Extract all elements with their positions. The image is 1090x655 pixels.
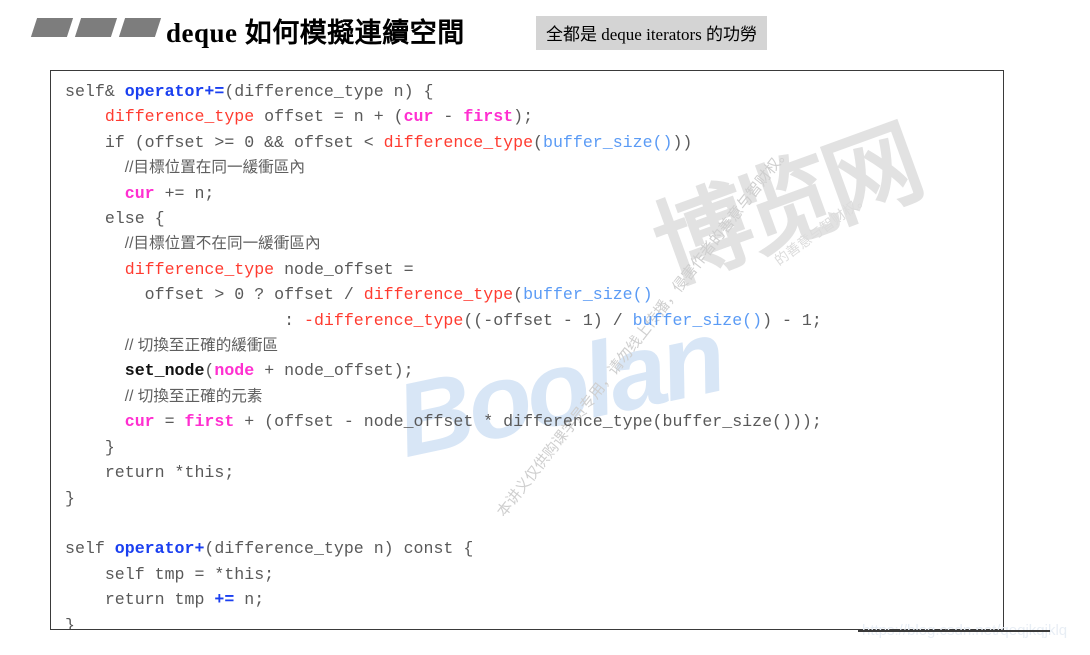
code-token: } [65,488,75,508]
code-token: ( [513,285,524,305]
code-token: ) - 1; [762,310,822,330]
code-token: first [463,107,514,127]
code-token: ((-offset - 1) / [463,310,633,330]
code-token: //目標位置不在同一緩衝區內 [124,235,321,253]
bullet-marks-decoration [30,18,162,37]
code-token: cur [124,183,155,203]
code-token: //目標位置在同一緩衝區內 [124,159,305,177]
code-token: self& [65,82,125,101]
code-token: difference_type [383,132,534,152]
code-panel: self& operator+=(difference_type n) { di… [50,70,1004,630]
code-token: // 切換至正確的元素 [124,387,263,405]
code-token: } [65,437,115,457]
code-token: = [154,412,185,432]
code-token: first [184,412,235,432]
code-token: difference_type [124,259,275,279]
code-token: )) [672,132,693,152]
bullet-mark-icon [118,18,162,37]
code-token: ); [513,107,534,127]
code-token: // 切換至正確的緩衝區 [124,337,279,355]
code-token: difference_type [104,107,255,127]
code-token: operator+ [114,539,205,559]
code-token: ( [533,132,543,152]
slide-header: deque 如何模擬連續空間 全都是 deque iterators 的功勞 [0,0,1090,56]
code-token: operator+= [124,82,225,101]
code-token: buffer_size() [523,285,653,305]
code-token: node [214,361,255,381]
code-token: self tmp = *this; [65,564,275,584]
code-listing: self& operator+=(difference_type n) { di… [65,79,822,630]
bullet-mark-icon [74,18,118,37]
subtitle-badge: 全都是 deque iterators 的功勞 [536,16,768,50]
code-token: set_node [124,361,205,381]
code-token: node_offset = [274,259,414,279]
page-title: deque 如何模擬連續空間 [166,18,465,48]
code-token: cur [403,107,434,127]
code-token: - [433,107,464,127]
code-token: offset > 0 ? offset / [65,285,364,305]
code-token: + (offset - node_offset * difference_typ… [234,412,822,432]
code-token: return *this; [65,463,235,483]
code-token: (difference_type n) { [224,82,434,101]
code-token: += [214,590,235,610]
code-token: difference_type [363,285,514,305]
code-token: += n; [154,183,215,203]
code-token: buffer_size() [543,132,673,152]
code-token: -difference_type [304,310,464,330]
code-token: cur [124,412,155,432]
code-token: else { [65,209,165,229]
code-token: ( [204,361,215,381]
code-token: if (offset >= 0 && offset < [65,132,384,152]
code-token: + node_offset); [254,361,414,381]
code-token: (difference_type n) const { [204,539,474,559]
code-token: } [65,615,75,630]
code-token: n; [234,590,265,610]
code-token: : [65,310,304,330]
code-token: self [65,539,115,559]
code-token: return tmp [65,590,215,610]
code-token: offset = n + ( [254,107,404,127]
footer-rule [858,630,1050,632]
bullet-mark-icon [30,18,74,37]
code-token: buffer_size() [632,310,763,330]
